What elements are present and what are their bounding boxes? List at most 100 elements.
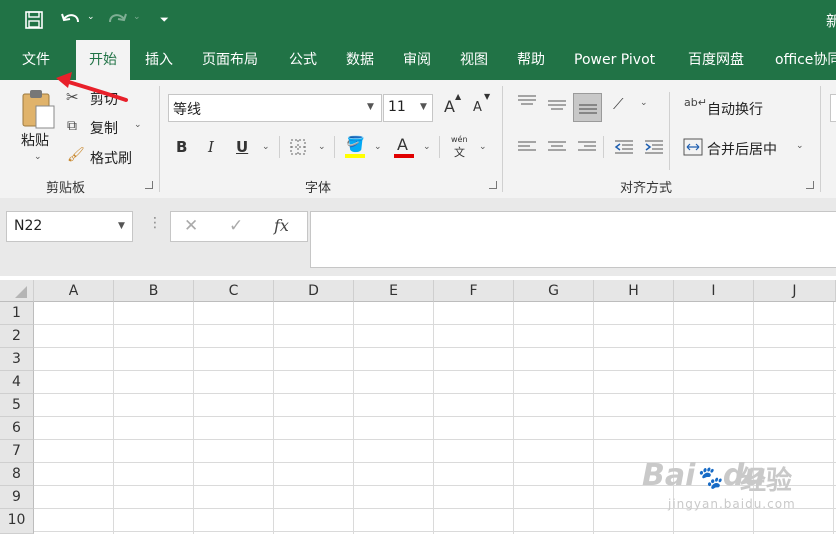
- merge-dropdown-icon[interactable]: ⌄: [796, 141, 804, 151]
- divider: [439, 136, 440, 158]
- column-header[interactable]: C: [194, 280, 274, 302]
- row-header[interactable]: 10: [0, 509, 34, 534]
- fill-color-icon[interactable]: 🪣: [346, 135, 365, 153]
- italic-button[interactable]: I: [208, 138, 214, 156]
- undo-dropdown-icon[interactable]: ⌄: [87, 12, 95, 22]
- font-color-icon[interactable]: A: [397, 135, 408, 154]
- divider: [603, 136, 604, 158]
- row-header[interactable]: 8: [0, 463, 34, 486]
- paste-dropdown-icon[interactable]: ⌄: [34, 152, 42, 162]
- cancel-icon[interactable]: ✕: [184, 216, 198, 236]
- formula-buttons: ✕ ✓ fx: [170, 211, 308, 242]
- merge-center-label[interactable]: 合并后居中: [707, 139, 777, 159]
- align-center-icon[interactable]: [547, 140, 567, 154]
- align-top-icon[interactable]: [517, 94, 537, 108]
- wrap-text-icon[interactable]: ab↵: [684, 96, 707, 109]
- alignment-launcher-icon[interactable]: [806, 181, 814, 189]
- formula-input[interactable]: [310, 211, 836, 268]
- font-name-select[interactable]: 等线 ▼: [168, 94, 382, 122]
- row-header[interactable]: 6: [0, 417, 34, 440]
- tab-power-pivot[interactable]: Power Pivot: [574, 40, 655, 80]
- merge-center-icon[interactable]: [683, 138, 703, 156]
- format-painter-label[interactable]: 格式刷: [90, 148, 132, 168]
- copy-dropdown-icon[interactable]: ⌄: [134, 120, 142, 130]
- chevron-down-icon[interactable]: ▼: [118, 221, 125, 231]
- increase-font-icon[interactable]: A: [444, 97, 455, 116]
- tab-baidu-netdisk[interactable]: 百度网盘: [688, 40, 744, 80]
- customize-toolbar-icon[interactable]: ⏷: [160, 13, 169, 27]
- align-bottom-button[interactable]: [573, 93, 602, 122]
- bold-button[interactable]: B: [176, 138, 187, 156]
- column-header[interactable]: J: [754, 280, 836, 302]
- column-header[interactable]: D: [274, 280, 354, 302]
- tab-formulas[interactable]: 公式: [289, 40, 317, 80]
- gridline: [273, 302, 274, 534]
- name-box[interactable]: N22 ▼: [6, 211, 133, 242]
- enter-icon[interactable]: ✓: [229, 216, 243, 236]
- format-painter-icon[interactable]: 🖌: [67, 147, 85, 163]
- tab-file[interactable]: 文件: [22, 40, 50, 80]
- paste-icon[interactable]: [20, 88, 56, 130]
- row-header[interactable]: 1: [0, 302, 34, 325]
- column-header[interactable]: F: [434, 280, 514, 302]
- copy-icon[interactable]: ⧉: [67, 118, 77, 134]
- gridline: [113, 302, 114, 534]
- increase-indent-icon[interactable]: [644, 139, 664, 155]
- font-color-swatch: [394, 154, 414, 158]
- underline-button[interactable]: U: [236, 138, 248, 156]
- border-icon[interactable]: [290, 139, 306, 155]
- decrease-indent-icon[interactable]: [614, 139, 634, 155]
- row-header[interactable]: 9: [0, 486, 34, 509]
- column-header[interactable]: I: [674, 280, 754, 302]
- phonetic-icon-top[interactable]: wén: [451, 135, 468, 144]
- align-right-icon[interactable]: [577, 140, 597, 154]
- group-divider: [820, 86, 821, 192]
- copy-label[interactable]: 复制: [90, 118, 118, 138]
- redo-dropdown-icon: ⌄: [133, 12, 141, 22]
- column-header[interactable]: E: [354, 280, 434, 302]
- worksheet-grid[interactable]: A B C D E F G H I J 1 2 3 4 5 6 7 8 9 10…: [0, 280, 836, 534]
- tab-office-collab[interactable]: office协同: [775, 40, 836, 80]
- underline-dropdown-icon[interactable]: ⌄: [262, 142, 270, 152]
- group-divider: [502, 86, 503, 192]
- insert-function-icon[interactable]: fx: [274, 216, 289, 235]
- align-middle-icon[interactable]: [547, 98, 567, 112]
- orientation-dropdown-icon[interactable]: ⌄: [640, 98, 648, 108]
- more-options-icon[interactable]: ⋮: [148, 215, 162, 231]
- phonetic-icon[interactable]: 文: [454, 144, 465, 160]
- column-header[interactable]: H: [594, 280, 674, 302]
- column-header[interactable]: A: [34, 280, 114, 302]
- tab-help[interactable]: 帮助: [517, 40, 545, 80]
- row-header[interactable]: 5: [0, 394, 34, 417]
- row-header[interactable]: 2: [0, 325, 34, 348]
- group-divider: [159, 86, 160, 192]
- row-header[interactable]: 7: [0, 440, 34, 463]
- font-group-label: 字体: [305, 181, 332, 196]
- font-color-dropdown-icon[interactable]: ⌄: [423, 142, 431, 152]
- undo-icon[interactable]: [60, 11, 82, 29]
- wrap-text-label[interactable]: 自动换行: [707, 99, 763, 119]
- number-format-select[interactable]: [830, 94, 836, 122]
- font-launcher-icon[interactable]: [489, 181, 497, 189]
- save-icon[interactable]: [25, 11, 43, 29]
- column-header[interactable]: G: [514, 280, 594, 302]
- tab-view[interactable]: 视图: [460, 40, 488, 80]
- fill-color-swatch: [345, 154, 365, 158]
- select-all-corner[interactable]: [0, 280, 34, 302]
- paste-label[interactable]: 粘贴: [21, 130, 49, 150]
- decrease-font-icon[interactable]: A: [473, 100, 482, 115]
- tab-page-layout[interactable]: 页面布局: [202, 40, 258, 80]
- column-header[interactable]: B: [114, 280, 194, 302]
- border-dropdown-icon[interactable]: ⌄: [318, 142, 326, 152]
- clipboard-launcher-icon[interactable]: [145, 181, 153, 189]
- phonetic-dropdown-icon[interactable]: ⌄: [479, 142, 487, 152]
- tab-review[interactable]: 审阅: [403, 40, 431, 80]
- tab-data[interactable]: 数据: [346, 40, 374, 80]
- align-left-icon[interactable]: [517, 140, 537, 154]
- row-header[interactable]: 3: [0, 348, 34, 371]
- row-header[interactable]: 4: [0, 371, 34, 394]
- orientation-icon[interactable]: ⟋: [613, 95, 624, 113]
- tab-insert[interactable]: 插入: [145, 40, 173, 80]
- font-size-select[interactable]: 11 ▼: [383, 94, 433, 122]
- fill-color-dropdown-icon[interactable]: ⌄: [374, 142, 382, 152]
